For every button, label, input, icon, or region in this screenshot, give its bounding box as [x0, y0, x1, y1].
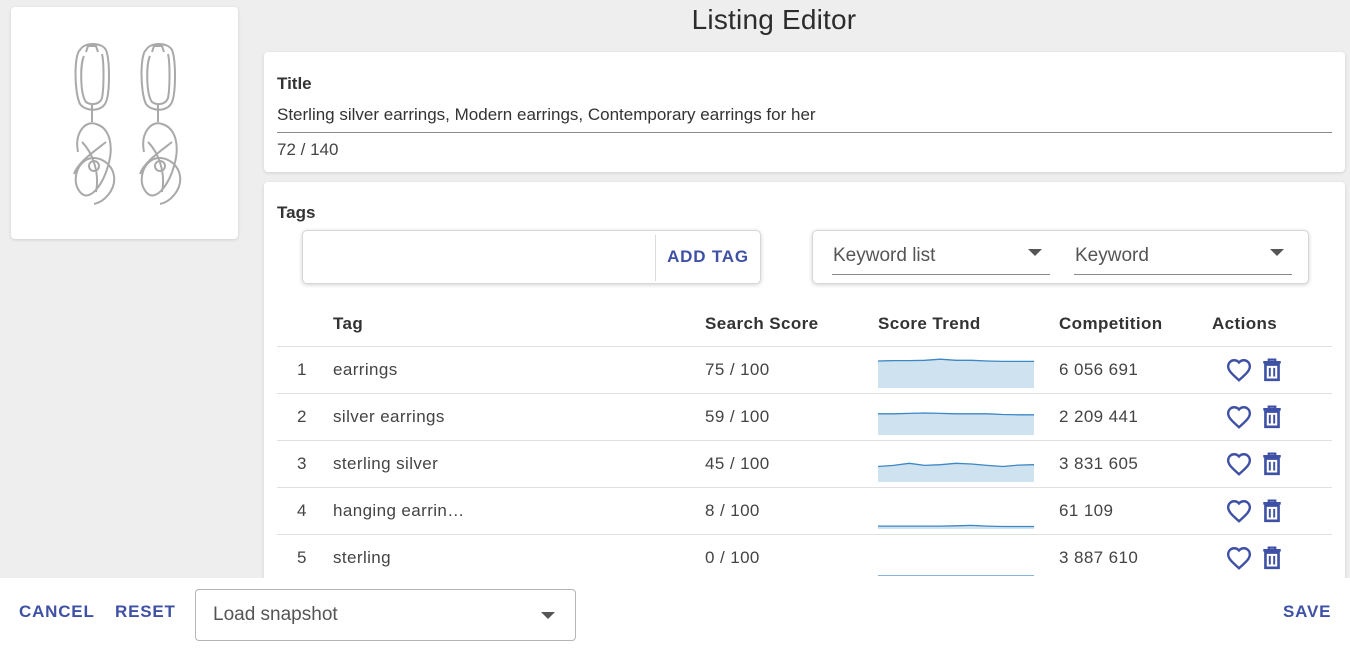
save-button[interactable]: SAVE: [1283, 602, 1331, 622]
page-title: Listing Editor: [691, 4, 857, 35]
sparkline-area: [878, 358, 1034, 388]
tag-actions: [1212, 440, 1332, 488]
tag-search-score: 8 / 100: [705, 487, 878, 535]
tag-name: silver earrings: [333, 393, 705, 441]
tag-name: sterling: [333, 534, 705, 582]
tags-table-header: Tag Search Score Score Trend Competition…: [277, 302, 1332, 347]
keyword-select[interactable]: Keyword: [1074, 239, 1292, 275]
heart-icon[interactable]: [1226, 405, 1252, 429]
title-card: Title Sterling silver earrings, Modern e…: [264, 52, 1345, 172]
sparkline-area: [878, 412, 1034, 435]
tag-row: 1 earrings 75 / 100 6 056 691: [277, 346, 1332, 394]
add-tag-button[interactable]: ADD TAG: [656, 231, 760, 283]
score-trend-sparkline: [878, 462, 1034, 482]
heart-icon[interactable]: [1226, 499, 1252, 523]
header-score-trend: Score Trend: [878, 302, 1059, 347]
keyword-placeholder: Keyword: [1075, 245, 1149, 266]
tag-input-group: ADD TAG: [302, 230, 761, 284]
bottom-action-bar: CANCEL RESET Load snapshot SAVE: [0, 578, 1350, 650]
tag-search-score: 45 / 100: [705, 440, 878, 488]
tag-name: hanging earrin…: [333, 487, 705, 535]
trash-icon[interactable]: [1262, 405, 1282, 429]
load-snapshot-placeholder: Load snapshot: [213, 604, 338, 625]
tag-competition: 6 056 691: [1059, 346, 1212, 394]
tag-actions: [1212, 534, 1332, 582]
tag-score-trend: [878, 393, 1059, 441]
title-label: Title: [277, 74, 312, 93]
tag-actions: [1212, 393, 1332, 441]
tag-actions: [1212, 346, 1332, 394]
title-field[interactable]: Sterling silver earrings, Modern earring…: [277, 105, 816, 125]
score-trend-sparkline: [878, 358, 1034, 388]
tag-competition: 2 209 441: [1059, 393, 1212, 441]
tag-search-score: 75 / 100: [705, 346, 878, 394]
title-char-counter: 72 / 140: [277, 140, 339, 159]
header-competition: Competition: [1059, 302, 1212, 347]
tag-row: 2 silver earrings 59 / 100 2 209 441: [277, 393, 1332, 441]
tag-actions-group: [1212, 499, 1332, 523]
tag-input[interactable]: [309, 237, 647, 277]
tags-label: Tags: [277, 203, 316, 222]
tag-score-trend: [878, 346, 1059, 394]
earrings-image: [73, 43, 182, 205]
heart-icon[interactable]: [1226, 358, 1252, 382]
cancel-button[interactable]: CANCEL: [19, 602, 95, 622]
tag-row: 3 sterling silver 45 / 100 3 831 605: [277, 440, 1332, 488]
tag-index: 3: [277, 440, 333, 488]
tag-score-trend: [878, 440, 1059, 488]
chevron-down-icon: [541, 612, 555, 619]
tag-name: earrings: [333, 346, 705, 394]
chevron-down-icon: [1028, 249, 1042, 256]
heart-icon[interactable]: [1226, 452, 1252, 476]
trash-icon[interactable]: [1262, 358, 1282, 382]
tags-table-body: 1 earrings 75 / 100 6 056 691 2 silver earrin…: [277, 346, 1332, 582]
tag-row: 5 sterling 0 / 100 3 887 610: [277, 534, 1332, 582]
tag-score-trend: [878, 487, 1059, 535]
product-image-card: [11, 7, 238, 239]
tag-competition: 61 109: [1059, 487, 1212, 535]
load-snapshot-select[interactable]: Load snapshot: [195, 589, 576, 641]
tag-competition: 3 887 610: [1059, 534, 1212, 582]
tag-index: 5: [277, 534, 333, 582]
heart-icon[interactable]: [1226, 546, 1252, 570]
score-trend-sparkline: [878, 411, 1034, 435]
header-index: [277, 302, 333, 347]
keyword-selector-group: Keyword list Keyword: [812, 230, 1309, 284]
tag-index: 1: [277, 346, 333, 394]
tag-actions-group: [1212, 358, 1332, 382]
tag-search-score: 59 / 100: [705, 393, 878, 441]
tags-table: Tag Search Score Score Trend Competition…: [277, 302, 1332, 582]
header-search-score: Search Score: [705, 302, 878, 347]
chevron-down-icon: [1270, 249, 1284, 256]
tag-competition: 3 831 605: [1059, 440, 1212, 488]
sparkline-line: [878, 524, 1034, 527]
tag-index: 2: [277, 393, 333, 441]
tag-actions: [1212, 487, 1332, 535]
tag-row: 4 hanging earrin… 8 / 100 61 109: [277, 487, 1332, 535]
title-field-underline: [277, 132, 1332, 133]
trash-icon[interactable]: [1262, 452, 1282, 476]
tag-actions-group: [1212, 452, 1332, 476]
tag-actions-group: [1212, 546, 1332, 570]
tag-index: 4: [277, 487, 333, 535]
reset-button[interactable]: RESET: [115, 602, 176, 622]
header-tag: Tag: [333, 302, 705, 347]
trash-icon[interactable]: [1262, 499, 1282, 523]
tag-score-trend: [878, 534, 1059, 582]
trash-icon[interactable]: [1262, 546, 1282, 570]
tags-card: Tags ADD TAG Keyword list Keyword Tag Se…: [264, 182, 1345, 602]
keyword-list-select[interactable]: Keyword list: [832, 239, 1050, 275]
header-actions: Actions: [1212, 302, 1332, 347]
keyword-list-placeholder: Keyword list: [833, 245, 936, 266]
score-trend-sparkline: [878, 574, 1034, 576]
tag-name: sterling silver: [333, 440, 705, 488]
score-trend-sparkline: [878, 524, 1034, 529]
tag-actions-group: [1212, 405, 1332, 429]
tag-search-score: 0 / 100: [705, 534, 878, 582]
